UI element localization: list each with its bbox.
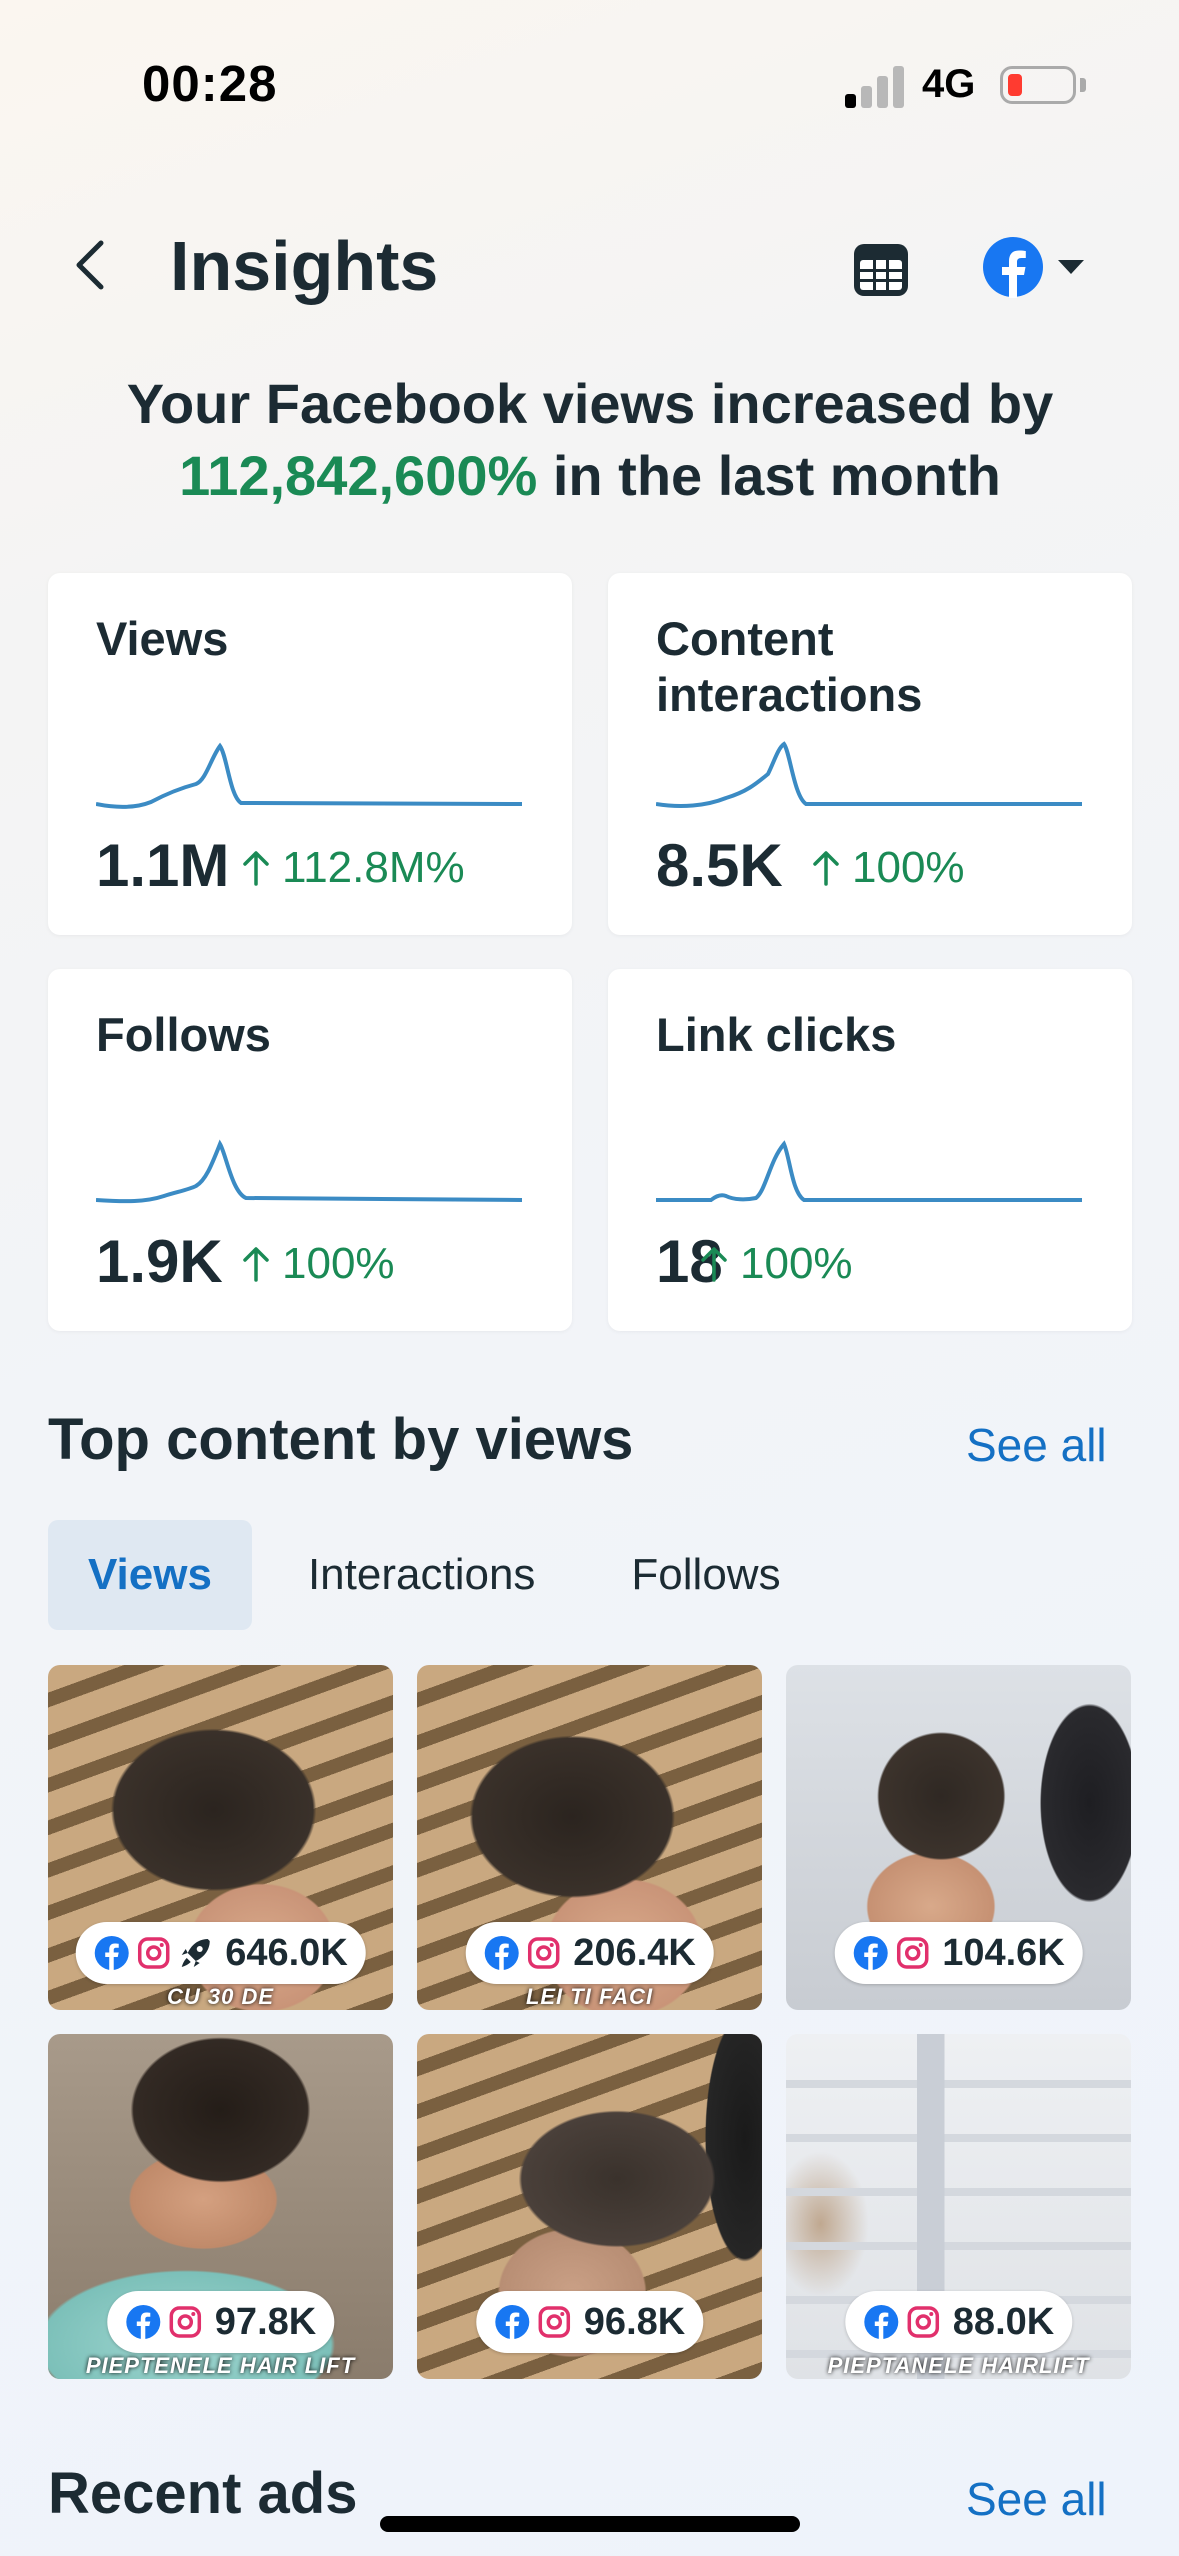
metric-card-content-interactions[interactable]: Content interactions 8.5K 100%: [608, 573, 1132, 935]
metric-title: Follows: [96, 1008, 271, 1061]
metric-card-follows[interactable]: Follows 1.9K 100%: [48, 969, 572, 1331]
metric-change: 112.8M%: [242, 843, 465, 893]
metric-value: 8.5K: [656, 832, 783, 899]
content-thumbnail[interactable]: 104.6K: [786, 1665, 1131, 2010]
views-count: 88.0K: [952, 2300, 1055, 2343]
arrow-up-icon: [243, 851, 269, 886]
metric-title: Views: [96, 612, 229, 665]
views-count: 96.8K: [583, 2300, 686, 2343]
instagram-icon: [135, 1935, 171, 1971]
facebook-icon: [93, 1935, 129, 1971]
status-time: 00:28: [142, 55, 278, 112]
facebook-icon: [494, 2304, 530, 2340]
network-type: 4G: [922, 62, 976, 106]
content-thumbnail[interactable]: 206.4K LEI TI FACI: [417, 1665, 762, 2010]
headline-percent: 112,842,600%: [179, 444, 538, 507]
video-caption: PIEPTENELE HAIR LIFT: [85, 2353, 356, 2378]
calendar-button[interactable]: [850, 238, 912, 300]
headline-prefix: Your Facebook views increased by: [126, 372, 1054, 435]
header: Insights: [0, 210, 1179, 320]
facebook-icon: [125, 2304, 161, 2340]
views-badge: 96.8K: [475, 2291, 704, 2353]
facebook-icon: [852, 1935, 888, 1971]
instagram-icon: [894, 1935, 930, 1971]
follows-sparkline: [96, 1139, 522, 1204]
page-title: Insights: [170, 227, 439, 305]
tab-views[interactable]: Views: [48, 1520, 252, 1630]
metric-change: 100%: [812, 843, 965, 893]
views-badge: 88.0K: [844, 2291, 1073, 2353]
metric-title: Content interactions: [656, 612, 923, 721]
metric-value: 1.9K: [96, 1228, 223, 1295]
views-badge: 206.4K: [465, 1922, 714, 1984]
views-sparkline: [96, 742, 522, 809]
account-switcher[interactable]: [982, 234, 1102, 300]
metric-change-value: 100%: [282, 1239, 395, 1288]
views-count: 104.6K: [942, 1931, 1065, 1974]
facebook-icon: [983, 237, 1043, 298]
caret-down-icon: [1058, 260, 1084, 274]
metric-card-link-clicks[interactable]: Link clicks 18 100%: [608, 969, 1132, 1331]
views-count: 206.4K: [573, 1931, 696, 1974]
content-thumbnail[interactable]: 646.0K CU 30 DE: [48, 1665, 393, 2010]
views-count: 646.0K: [225, 1931, 348, 1974]
metric-title: Link clicks: [656, 1008, 897, 1061]
facebook-icon: [483, 1935, 519, 1971]
metric-change: 100%: [700, 1239, 853, 1289]
battery-tip: [1080, 78, 1086, 92]
top-content-title: Top content by views: [48, 1407, 634, 1472]
video-caption: CU 30 DE: [166, 1984, 275, 2009]
status-bar: 00:28 4G: [0, 0, 1179, 180]
recent-ads-see-all-link[interactable]: See all: [966, 2472, 1107, 2526]
views-count: 97.8K: [214, 2300, 317, 2343]
tab-follows[interactable]: Follows: [591, 1520, 820, 1630]
battery-icon: [1000, 66, 1076, 104]
metric-value: 1.1M: [96, 832, 230, 899]
recent-ads-title: Recent ads: [48, 2461, 358, 2526]
facebook-icon: [863, 2304, 899, 2340]
arrow-up-icon: [243, 1247, 269, 1282]
link-clicks-sparkline: [656, 1140, 1082, 1202]
instagram-icon: [905, 2304, 941, 2340]
video-caption: PIEPTANELE HAIRLIFT: [827, 2353, 1090, 2378]
top-content-see-all-link[interactable]: See all: [966, 1418, 1107, 1472]
views-badge: 646.0K: [75, 1922, 366, 1984]
instagram-icon: [525, 1935, 561, 1971]
arrow-up-icon: [813, 851, 839, 886]
tab-interactions[interactable]: Interactions: [268, 1520, 575, 1630]
instagram-icon: [167, 2304, 203, 2340]
video-caption: LEI TI FACI: [525, 1984, 654, 2009]
content-thumbnail[interactable]: 96.8K: [417, 2034, 762, 2379]
top-content-tabs: Views Interactions Follows: [48, 1520, 837, 1630]
content-thumbnail[interactable]: 97.8K PIEPTENELE HAIR LIFT: [48, 2034, 393, 2379]
home-indicator[interactable]: [380, 2516, 800, 2532]
metric-change-value: 112.8M%: [282, 843, 465, 892]
views-badge: 104.6K: [834, 1922, 1083, 1984]
metric-change-value: 100%: [852, 843, 965, 892]
rocket-icon: [177, 1935, 213, 1971]
back-button[interactable]: [58, 232, 124, 298]
views-badge: 97.8K: [106, 2291, 335, 2353]
instagram-icon: [536, 2304, 572, 2340]
signal-strength-icon: [845, 62, 905, 108]
metric-card-views[interactable]: Views 1.1M 112.8M%: [48, 573, 572, 935]
arrow-up-icon: [701, 1247, 727, 1282]
metric-change: 100%: [242, 1239, 395, 1289]
headline-suffix: in the last month: [552, 444, 1001, 507]
metric-change-value: 100%: [740, 1239, 853, 1288]
calendar-icon: [854, 244, 908, 296]
chevron-left-icon: [76, 240, 104, 290]
interactions-sparkline: [656, 741, 1082, 808]
views-headline: Your Facebook views increased by 112,842…: [40, 368, 1140, 512]
content-thumbnail[interactable]: 88.0K PIEPTANELE HAIRLIFT: [786, 2034, 1131, 2379]
